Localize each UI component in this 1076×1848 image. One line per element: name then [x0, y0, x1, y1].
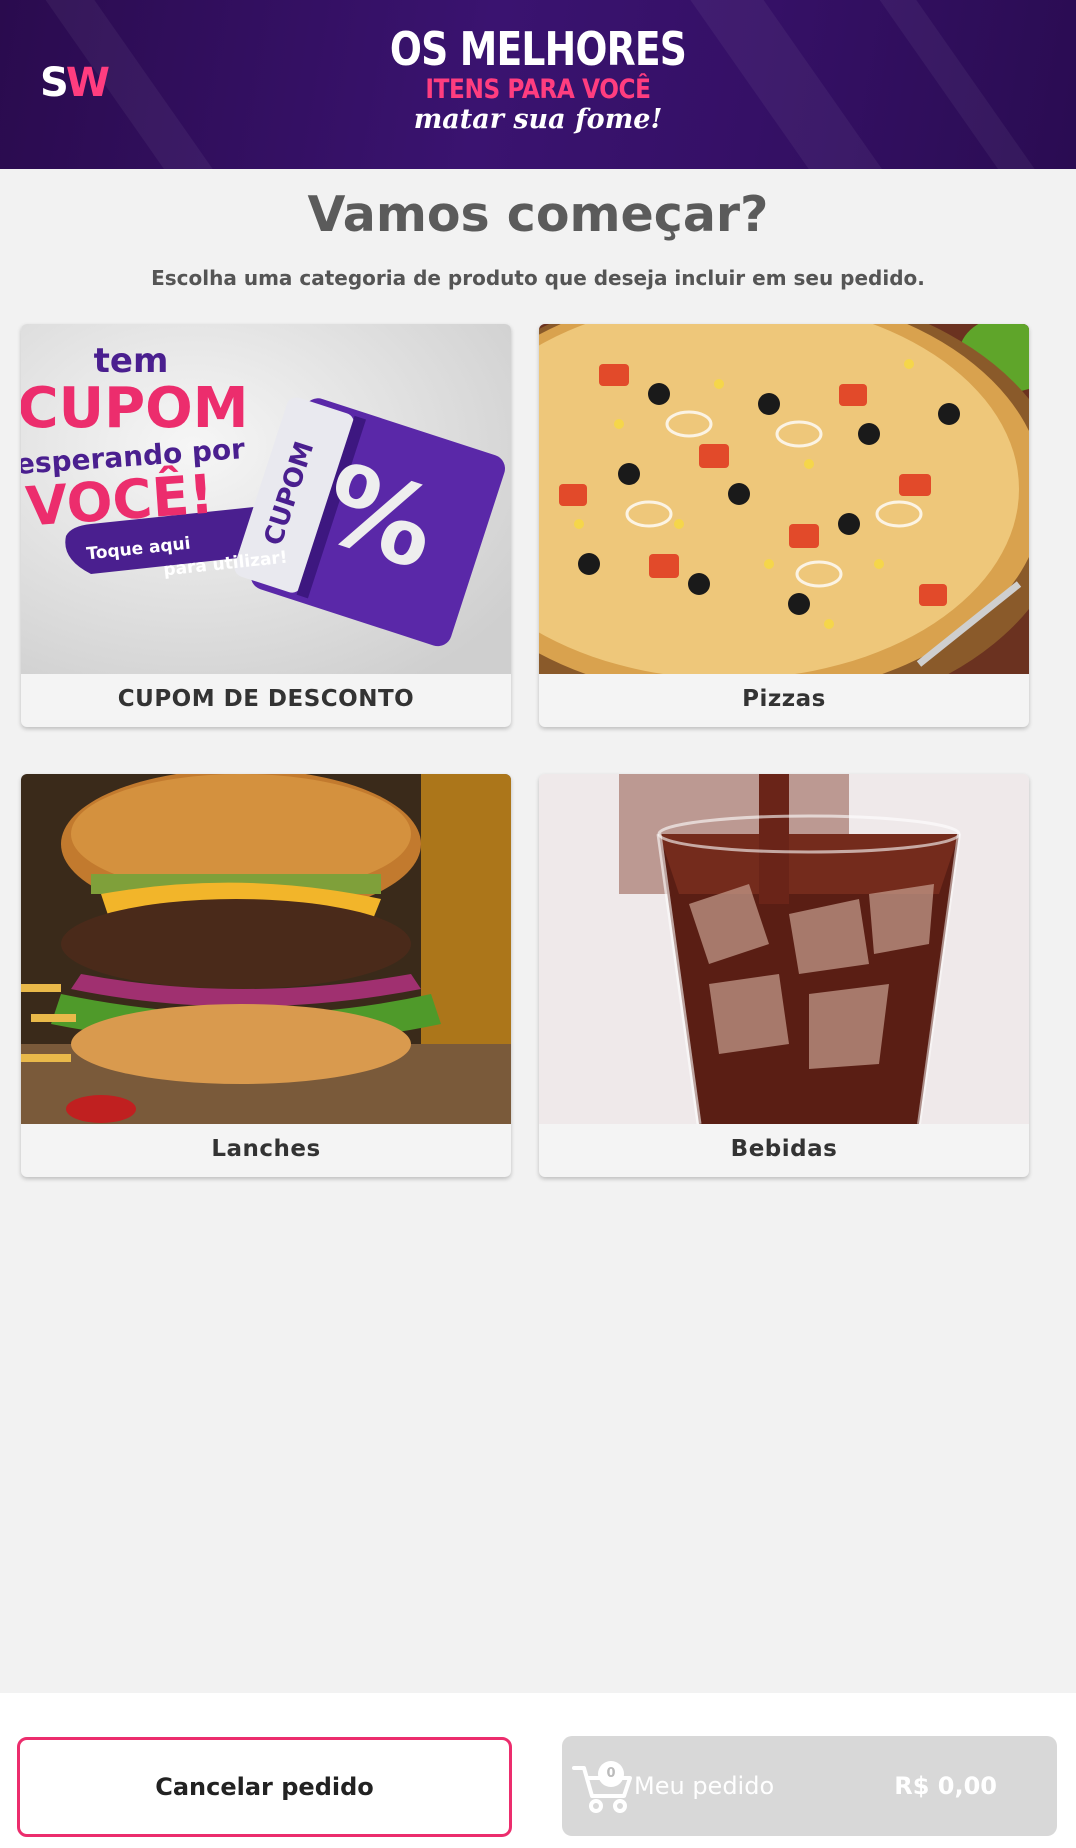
promo-line-1: tem [94, 341, 169, 381]
pizza-image [539, 324, 1029, 674]
order-total: R$ 0,00 [894, 1772, 997, 1800]
category-label: CUPOM DE DESCONTO [117, 686, 415, 712]
category-card-bebidas[interactable]: Bebidas [539, 774, 1029, 1177]
header-banner: SW OS MELHORES ITENS PARA VOCÊ matar sua… [0, 0, 1076, 169]
cupom-promo-image: % CUPOM tem CUPOM esperando por VOCÊ! To… [21, 324, 511, 674]
page-title: Vamos começar? [307, 186, 769, 243]
cart-count-badge: 0 [598, 1761, 624, 1787]
category-card-pizzas[interactable]: Pizzas [539, 324, 1029, 727]
banner-headline: OS MELHORES [389, 22, 687, 76]
drink-image [539, 774, 1029, 1124]
category-label: Pizzas [742, 686, 826, 712]
category-label: Bebidas [730, 1136, 838, 1162]
burger-image [21, 774, 511, 1124]
cancel-order-button[interactable]: Cancelar pedido [17, 1737, 512, 1837]
category-card-cupom[interactable]: % CUPOM tem CUPOM esperando por VOCÊ! To… [21, 324, 511, 727]
category-label: Lanches [211, 1136, 321, 1162]
my-order-label: Meu pedido [634, 1772, 775, 1800]
banner-tagline: matar sua fome! [413, 104, 663, 135]
promo-line-2: CUPOM [21, 376, 248, 441]
promo-line-4: VOCÊ! [24, 463, 216, 539]
category-card-lanches[interactable]: Lanches [21, 774, 511, 1177]
page-subtitle: Escolha uma categoria de produto que des… [151, 266, 925, 290]
banner-subheadline: ITENS PARA VOCÊ [425, 74, 651, 105]
my-order-button[interactable]: 0 Meu pedido R$ 0,00 [562, 1736, 1057, 1836]
logo-s: S [40, 60, 69, 106]
